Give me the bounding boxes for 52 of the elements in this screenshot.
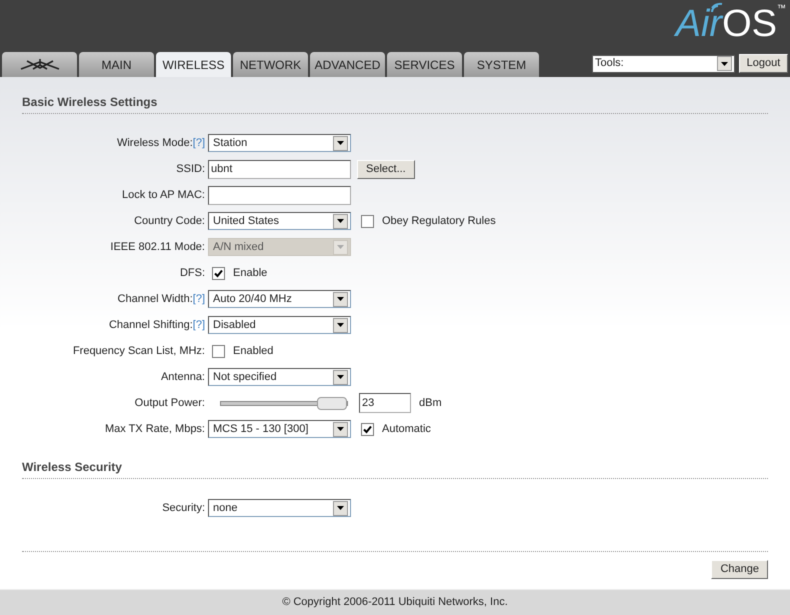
logout-button[interactable]: Logout	[739, 54, 788, 73]
checkbox[interactable]	[361, 214, 374, 228]
antenna-logo-icon	[18, 58, 60, 70]
help-link[interactable]: [?]	[192, 134, 205, 152]
text-field[interactable]: ubnt	[208, 160, 351, 178]
field-label: IEEE 802.11 Mode:	[110, 240, 205, 255]
dropdown[interactable]: United States	[208, 212, 351, 230]
checkbox-label: Enabled	[233, 344, 274, 359]
change-button[interactable]: Change	[711, 560, 768, 579]
help-link[interactable]: [?]	[192, 316, 205, 334]
help-link[interactable]: [?]	[192, 290, 205, 308]
dropdown[interactable]: Disabled	[208, 316, 351, 334]
nav-tab[interactable]: NETWORK	[233, 52, 308, 77]
checkbox-label: Automatic	[382, 422, 431, 437]
section-title: Wireless Security	[22, 458, 768, 479]
checkbox[interactable]	[361, 422, 374, 436]
tools-dropdown[interactable]: Tools:	[592, 54, 735, 72]
unit-label: dBm	[419, 396, 442, 411]
checkbox[interactable]	[212, 344, 225, 358]
field-label: Lock to AP MAC:	[122, 188, 205, 203]
dropdown[interactable]: none	[208, 499, 351, 517]
field-label: Max TX Rate, Mbps:	[104, 422, 205, 437]
checkbox[interactable]	[212, 266, 225, 280]
nav-tab[interactable]: WIRELESS	[156, 52, 231, 77]
dropdown[interactable]: Station	[208, 134, 351, 152]
nav-tab[interactable]: ADVANCED	[310, 52, 385, 77]
field-label: Output Power:	[134, 396, 205, 411]
slider-thumb[interactable]	[317, 396, 347, 410]
home-tab[interactable]	[2, 52, 77, 77]
dropdown[interactable]: Auto 20/40 MHz	[208, 290, 351, 308]
field-label: DFS:	[180, 266, 205, 281]
field-label: Antenna:	[160, 370, 205, 385]
field-label: SSID:	[176, 162, 205, 177]
field-label: Wireless Mode:	[116, 136, 193, 151]
field-label: Channel Width:	[118, 292, 193, 307]
checkbox-label: Obey Regulatory Rules	[382, 214, 496, 229]
nav-tab[interactable]: SERVICES	[387, 52, 462, 77]
dropdown[interactable]: MCS 15 - 130 [300]	[208, 420, 351, 438]
section-title: Basic Wireless Settings	[22, 93, 768, 114]
field-label: Country Code:	[134, 214, 205, 229]
field-label: Frequency Scan List, MHz:	[72, 344, 205, 359]
field-label: Security:	[162, 500, 205, 516]
text-field[interactable]	[208, 186, 351, 204]
copyright-text: © Copyright 2006-2011 Ubiquiti Networks, Inc.	[282, 595, 508, 610]
checkbox-label: Enable	[233, 266, 268, 281]
nav-tab[interactable]: MAIN	[79, 52, 154, 77]
dropdown[interactable]: Not specified	[208, 368, 351, 386]
field-label: Channel Shifting:	[108, 318, 193, 333]
select-button[interactable]: Select...	[357, 160, 415, 178]
power-field[interactable]: 23	[359, 393, 411, 413]
nav-tab[interactable]: SYSTEM	[464, 52, 539, 77]
airos-logo: AirOS™	[676, 2, 786, 46]
